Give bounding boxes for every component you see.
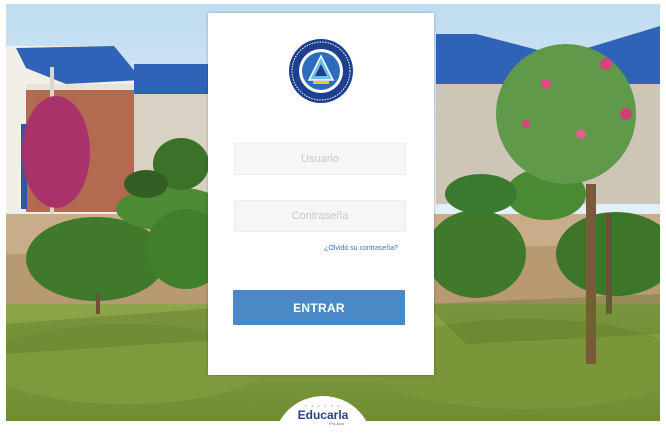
brand-logo: • • • • • • Educarla Pro-Ana (273, 396, 373, 446)
password-input[interactable] (234, 200, 406, 232)
brand-name: Educarla (297, 408, 349, 422)
username-input[interactable] (234, 143, 406, 175)
brand-tagline: Pro-Ana (329, 421, 344, 426)
institution-seal-icon (288, 38, 354, 104)
forgot-password-link[interactable]: ¿Olvidó su contraseña? (298, 245, 398, 252)
login-card: ¿Olvidó su contraseña? ENTRAR (208, 13, 434, 375)
login-submit-button[interactable]: ENTRAR (233, 290, 405, 325)
